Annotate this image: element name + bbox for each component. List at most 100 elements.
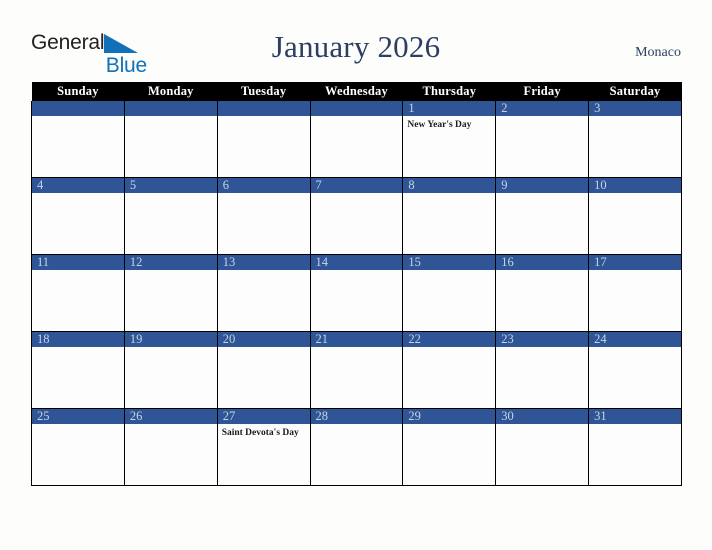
day-cell[interactable]: 3 (588, 101, 682, 178)
day-cell-body (32, 116, 124, 119)
day-cell[interactable]: 11 (31, 254, 125, 332)
day-cell[interactable]: 8 (402, 177, 497, 255)
weekday-header-row: Sunday Monday Tuesday Wednesday Thursday… (31, 82, 682, 101)
day-number: 19 (124, 332, 217, 347)
day-number: 7 (310, 178, 403, 193)
day-cell-body: New Year's Day (403, 116, 495, 131)
day-cell-body (32, 347, 124, 350)
day-number: 21 (310, 332, 403, 347)
day-number (32, 101, 124, 116)
day-cell-body (311, 347, 403, 350)
day-cell[interactable]: 29 (402, 408, 497, 486)
day-number: 6 (217, 178, 310, 193)
day-cell-body (589, 347, 681, 350)
calendar-week-row: 25 26 27 Saint Devota's Day 28 29 30 31 (31, 408, 682, 486)
day-number: 28 (310, 409, 403, 424)
day-cell[interactable]: 20 (216, 331, 311, 409)
day-cell[interactable]: 23 (495, 331, 590, 409)
day-cell[interactable] (216, 101, 311, 178)
day-cell-body (589, 193, 681, 196)
day-number: 20 (217, 332, 310, 347)
page-header: General Blue January 2026 Monaco (0, 0, 712, 78)
day-cell-body (125, 347, 217, 350)
day-cell[interactable]: 10 (588, 177, 682, 255)
day-cell[interactable]: 24 (588, 331, 682, 409)
calendar-week-row: 4 5 6 7 8 9 10 (31, 177, 682, 255)
day-cell[interactable]: 21 (309, 331, 404, 409)
day-number: 12 (124, 255, 217, 270)
day-cell-body (218, 116, 310, 119)
day-number: 16 (496, 255, 589, 270)
day-number: 26 (124, 409, 217, 424)
day-number: 11 (32, 255, 124, 270)
weekday-header-monday: Monday (124, 82, 218, 101)
day-number (217, 101, 310, 116)
day-cell-body (311, 116, 403, 119)
day-cell-body (496, 116, 588, 119)
day-cell[interactable]: 28 (309, 408, 404, 486)
day-cell[interactable]: 17 (588, 254, 682, 332)
day-number: 14 (310, 255, 403, 270)
day-number: 29 (403, 409, 496, 424)
calendar-weeks: 1 New Year's Day 2 3 4 5 6 7 8 9 10 11 12… (31, 101, 682, 486)
day-cell[interactable]: 18 (31, 331, 125, 409)
day-cell-body (311, 270, 403, 273)
day-cell-body (125, 193, 217, 196)
day-number (310, 101, 403, 116)
day-cell[interactable] (309, 101, 404, 178)
day-cell[interactable]: 19 (123, 331, 218, 409)
day-cell[interactable]: 26 (123, 408, 218, 486)
day-cell[interactable]: 7 (309, 177, 404, 255)
day-cell-body (403, 270, 495, 273)
day-cell-body (32, 424, 124, 427)
day-cell[interactable]: 31 (588, 408, 682, 486)
day-cell[interactable]: 9 (495, 177, 590, 255)
day-number: 18 (32, 332, 124, 347)
day-number: 9 (496, 178, 589, 193)
day-cell-body (311, 193, 403, 196)
day-number: 15 (403, 255, 496, 270)
calendar-week-row: 1 New Year's Day 2 3 (31, 101, 682, 178)
day-number: 4 (32, 178, 124, 193)
day-number: 23 (496, 332, 589, 347)
day-cell-body (311, 424, 403, 427)
day-cell-body (218, 347, 310, 350)
day-cell-body (496, 347, 588, 350)
day-cell[interactable]: 4 (31, 177, 125, 255)
day-cell[interactable]: 22 (402, 331, 497, 409)
day-cell-body (403, 424, 495, 427)
day-number: 31 (589, 409, 681, 424)
day-cell[interactable]: 15 (402, 254, 497, 332)
day-cell[interactable]: 5 (123, 177, 218, 255)
calendar-week-row: 18 19 20 21 22 23 24 (31, 331, 682, 409)
calendar-grid-container: Sunday Monday Tuesday Wednesday Thursday… (31, 82, 682, 486)
day-cell[interactable]: 13 (216, 254, 311, 332)
day-cell[interactable]: 1 New Year's Day (402, 101, 497, 178)
day-cell[interactable] (31, 101, 125, 178)
day-cell-body (496, 424, 588, 427)
calendar-page: General Blue January 2026 Monaco Sunday … (0, 0, 712, 550)
day-number: 22 (403, 332, 496, 347)
day-cell[interactable]: 27 Saint Devota's Day (216, 408, 311, 486)
day-number: 5 (124, 178, 217, 193)
day-cell[interactable] (123, 101, 218, 178)
calendar-table: Sunday Monday Tuesday Wednesday Thursday… (31, 82, 682, 486)
day-number: 2 (496, 101, 589, 116)
day-cell[interactable]: 2 (495, 101, 590, 178)
day-cell-body (125, 424, 217, 427)
weekday-header-saturday: Saturday (588, 82, 682, 101)
day-cell[interactable]: 6 (216, 177, 311, 255)
day-cell-body (32, 270, 124, 273)
weekday-header-tuesday: Tuesday (217, 82, 311, 101)
day-number: 24 (589, 332, 681, 347)
day-number: 1 (403, 101, 496, 116)
day-cell-body: Saint Devota's Day (218, 424, 310, 439)
day-cell-body (403, 193, 495, 196)
day-cell[interactable]: 14 (309, 254, 404, 332)
day-cell[interactable]: 30 (495, 408, 590, 486)
day-number: 27 (217, 409, 310, 424)
day-number: 8 (403, 178, 496, 193)
day-cell[interactable]: 25 (31, 408, 125, 486)
day-cell[interactable]: 12 (123, 254, 218, 332)
day-cell[interactable]: 16 (495, 254, 590, 332)
